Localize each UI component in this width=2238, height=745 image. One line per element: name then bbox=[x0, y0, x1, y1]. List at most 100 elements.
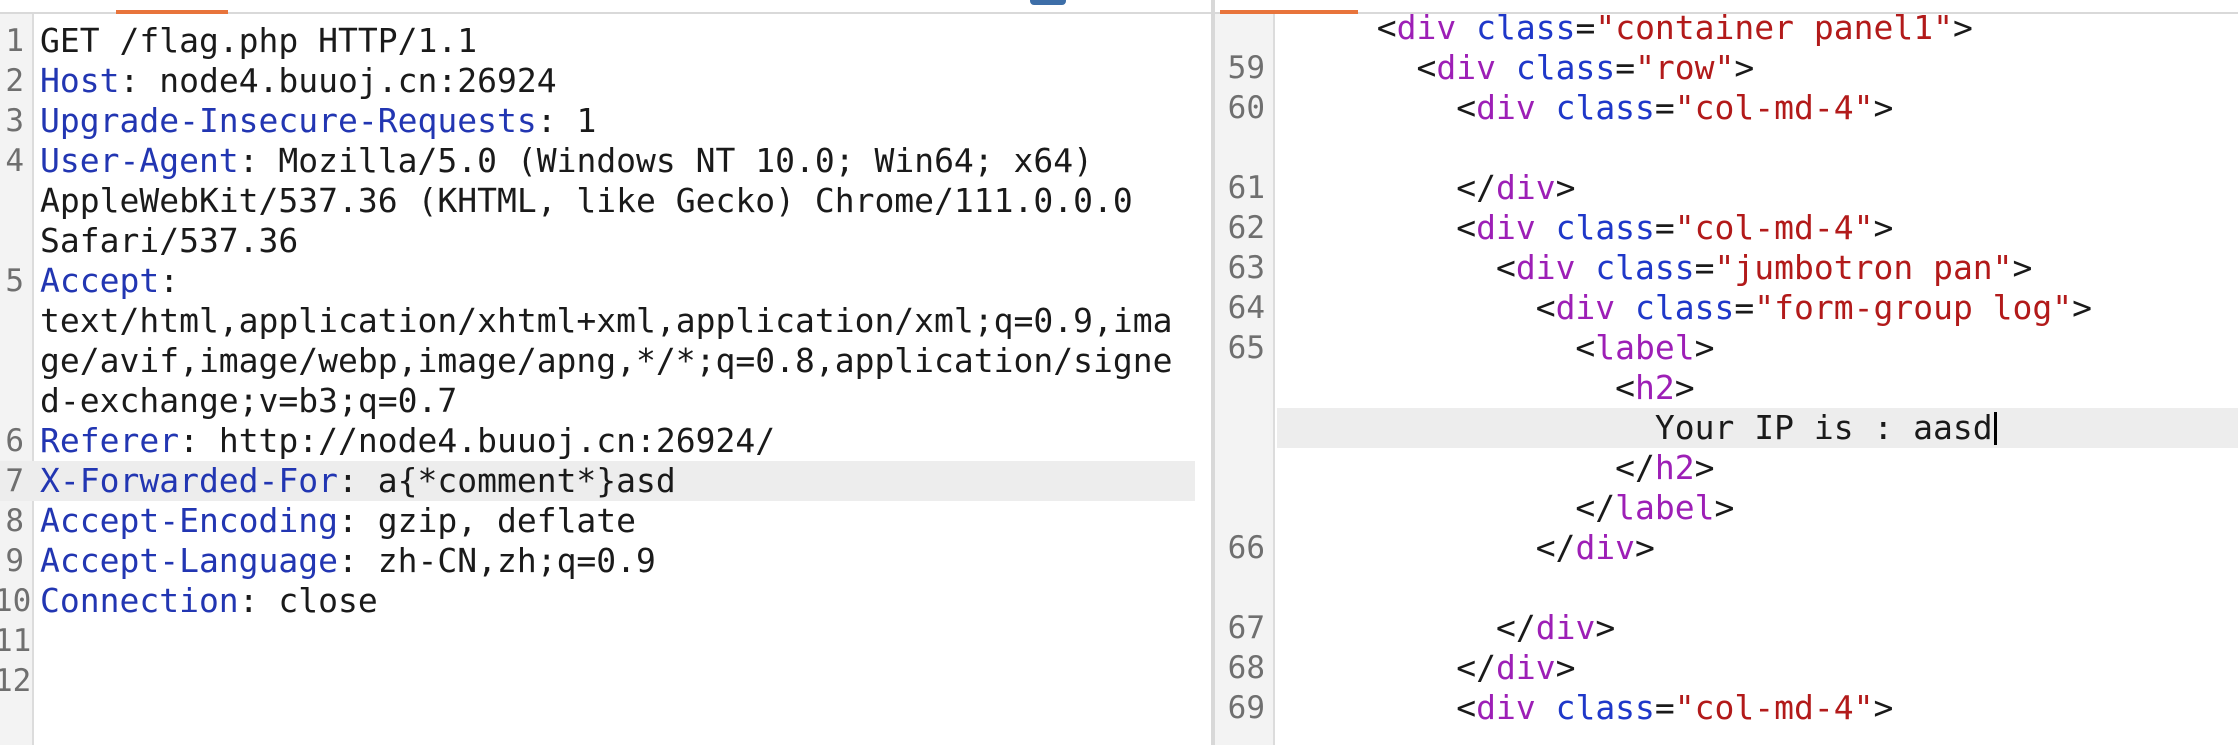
response-line[interactable]: <div class="container panel1"> bbox=[1215, 8, 2238, 48]
text-cursor bbox=[1993, 412, 1997, 445]
response-line[interactable]: <h2> bbox=[1215, 368, 2238, 408]
code-punct: > bbox=[2072, 288, 2093, 327]
request-line-text: Upgrade-Insecure-Requests: 1 bbox=[40, 101, 596, 141]
response-line[interactable]: 68 </div> bbox=[1215, 648, 2238, 688]
request-line[interactable]: 2 Host: node4.buuoj.cn:26924 bbox=[0, 61, 1211, 101]
view-toggle-chip[interactable] bbox=[1030, 0, 1066, 5]
request-line[interactable]: 3 Upgrade-Insecure-Requests: 1 bbox=[0, 101, 1211, 141]
request-line[interactable]: d-exchange;v=b3;q=0.7 bbox=[0, 381, 1211, 421]
html-attr-value: "col-md-4" bbox=[1674, 88, 1874, 127]
request-line[interactable]: 6 Referer: http://node4.buuoj.cn:26924/ bbox=[0, 421, 1211, 461]
html-attr-value: "col-md-4" bbox=[1674, 688, 1874, 727]
html-attr-name: class bbox=[1635, 288, 1735, 327]
header-separator: : bbox=[238, 141, 259, 180]
response-line[interactable]: 66 </div> bbox=[1215, 528, 2238, 568]
response-line[interactable]: 60 <div class="col-md-4"> bbox=[1215, 88, 2238, 128]
line-number: 64 bbox=[1227, 290, 1265, 326]
request-line[interactable]: Safari/537.36 bbox=[0, 221, 1211, 261]
response-line[interactable] bbox=[1215, 128, 2238, 168]
request-line[interactable]: 11 bbox=[0, 621, 1211, 661]
request-text: ge/avif,image/webp,image/apng,*/*;q=0.8,… bbox=[40, 341, 1173, 380]
response-line[interactable]: 64 <div class="form-group log"> bbox=[1215, 288, 2238, 328]
response-line[interactable]: 59 <div class="row"> bbox=[1215, 48, 2238, 88]
request-pane: 1 GET /flag.php HTTP/1.1 2 Host: node4.buuo… bbox=[0, 0, 1211, 745]
response-line-text: </h2> bbox=[1337, 448, 1714, 488]
response-line[interactable]: 61 </div> bbox=[1215, 168, 2238, 208]
response-line[interactable]: Your IP is : aasd bbox=[1277, 408, 2238, 448]
response-line-text: <div class="container panel1"> bbox=[1337, 8, 1973, 48]
response-line-text: <h2> bbox=[1337, 368, 1695, 408]
code-punct: < bbox=[1376, 8, 1397, 47]
code-punct bbox=[1575, 248, 1595, 287]
response-line[interactable]: 65 <label> bbox=[1215, 328, 2238, 368]
response-line[interactable]: </h2> bbox=[1215, 448, 2238, 488]
request-line[interactable]: 9 Accept-Language: zh-CN,zh;q=0.9 bbox=[0, 541, 1211, 581]
response-line[interactable]: 67 </div> bbox=[1215, 608, 2238, 648]
request-line[interactable]: ge/avif,image/webp,image/apng,*/*;q=0.8,… bbox=[0, 341, 1211, 381]
request-line-text: Referer: http://node4.buuoj.cn:26924/ bbox=[40, 421, 775, 461]
request-line-text: Accept-Language: zh-CN,zh;q=0.9 bbox=[40, 541, 656, 581]
header-name: Accept-Encoding bbox=[40, 501, 339, 540]
line-number: 4 bbox=[5, 143, 24, 179]
html-attr-name: class bbox=[1555, 688, 1655, 727]
response-line[interactable]: 62 <div class="col-md-4"> bbox=[1215, 208, 2238, 248]
request-line[interactable]: 12 bbox=[0, 661, 1211, 701]
line-number: 61 bbox=[1227, 170, 1265, 206]
header-name: Connection bbox=[40, 581, 239, 620]
html-tag-name: div bbox=[1436, 48, 1496, 87]
code-punct: > bbox=[1873, 208, 1894, 247]
request-line[interactable]: 7 X-Forwarded-For: a{*comment*}asd bbox=[0, 461, 1195, 501]
response-line[interactable] bbox=[1215, 568, 2238, 608]
request-text: AppleWebKit/537.36 (KHTML, like Gecko) C… bbox=[40, 181, 1133, 220]
request-line[interactable]: text/html,application/xhtml+xml,applicat… bbox=[0, 301, 1211, 341]
code-punct: > bbox=[1873, 88, 1894, 127]
code-punct: > bbox=[1674, 368, 1695, 407]
request-line[interactable]: 8 Accept-Encoding: gzip, deflate bbox=[0, 501, 1211, 541]
html-attr-value: "form-group log" bbox=[1754, 288, 2073, 327]
code-punct: < bbox=[1615, 368, 1636, 407]
response-line-text: <div class="col-md-4"> bbox=[1337, 88, 1893, 128]
request-line-text: text/html,application/xhtml+xml,applicat… bbox=[40, 301, 1172, 341]
header-value: node4.buuoj.cn:26924 bbox=[139, 61, 557, 100]
request-line[interactable]: 4 User-Agent: Mozilla/5.0 (Windows NT 10.… bbox=[0, 141, 1211, 181]
response-line-text: </div> bbox=[1337, 608, 1615, 648]
html-attr-name: class bbox=[1555, 208, 1655, 247]
line-number: 5 bbox=[5, 263, 24, 299]
request-text: d-exchange;v=b3;q=0.7 bbox=[40, 381, 458, 420]
line-number: 60 bbox=[1227, 90, 1265, 126]
header-value: 1 bbox=[556, 101, 597, 140]
html-tag-name: div bbox=[1476, 88, 1536, 127]
request-text: text/html,application/xhtml+xml,applicat… bbox=[40, 301, 1173, 340]
response-line[interactable]: 69 <div class="col-md-4"> bbox=[1215, 688, 2238, 728]
request-line[interactable]: 1 GET /flag.php HTTP/1.1 bbox=[0, 21, 1211, 61]
code-punct: </ bbox=[1456, 648, 1496, 687]
request-line[interactable]: 10 Connection: close bbox=[0, 581, 1211, 621]
response-line[interactable]: </label> bbox=[1215, 488, 2238, 528]
response-editor[interactable]: <div class="container panel1"> 59 <div cl… bbox=[1215, 8, 2238, 745]
response-line[interactable]: 63 <div class="jumbotron pan"> bbox=[1215, 248, 2238, 288]
html-tag-name: div bbox=[1575, 528, 1636, 567]
line-number: 66 bbox=[1227, 530, 1265, 566]
request-line[interactable]: 5 Accept: bbox=[0, 261, 1211, 301]
response-line-text: <label> bbox=[1337, 328, 1714, 368]
request-editor[interactable]: 1 GET /flag.php HTTP/1.1 2 Host: node4.buuo… bbox=[0, 14, 1211, 745]
header-value: a{*comment*}asd bbox=[357, 461, 676, 500]
code-punct: < bbox=[1456, 208, 1477, 247]
header-separator: : bbox=[179, 421, 199, 460]
code-punct bbox=[1456, 8, 1476, 47]
header-separator: : bbox=[159, 261, 180, 300]
request-line[interactable]: AppleWebKit/537.36 (KHTML, like Gecko) C… bbox=[0, 181, 1211, 221]
response-pane: <div class="container panel1"> 59 <div cl… bbox=[1215, 0, 2238, 745]
code-punct: </ bbox=[1575, 488, 1616, 527]
code-punct bbox=[1496, 48, 1516, 87]
line-number: 1 bbox=[5, 23, 24, 59]
html-tag-name: div bbox=[1396, 8, 1457, 47]
line-number: 67 bbox=[1227, 610, 1265, 646]
header-value: http://node4.buuoj.cn:26924/ bbox=[198, 421, 776, 460]
line-number: 59 bbox=[1227, 50, 1265, 86]
